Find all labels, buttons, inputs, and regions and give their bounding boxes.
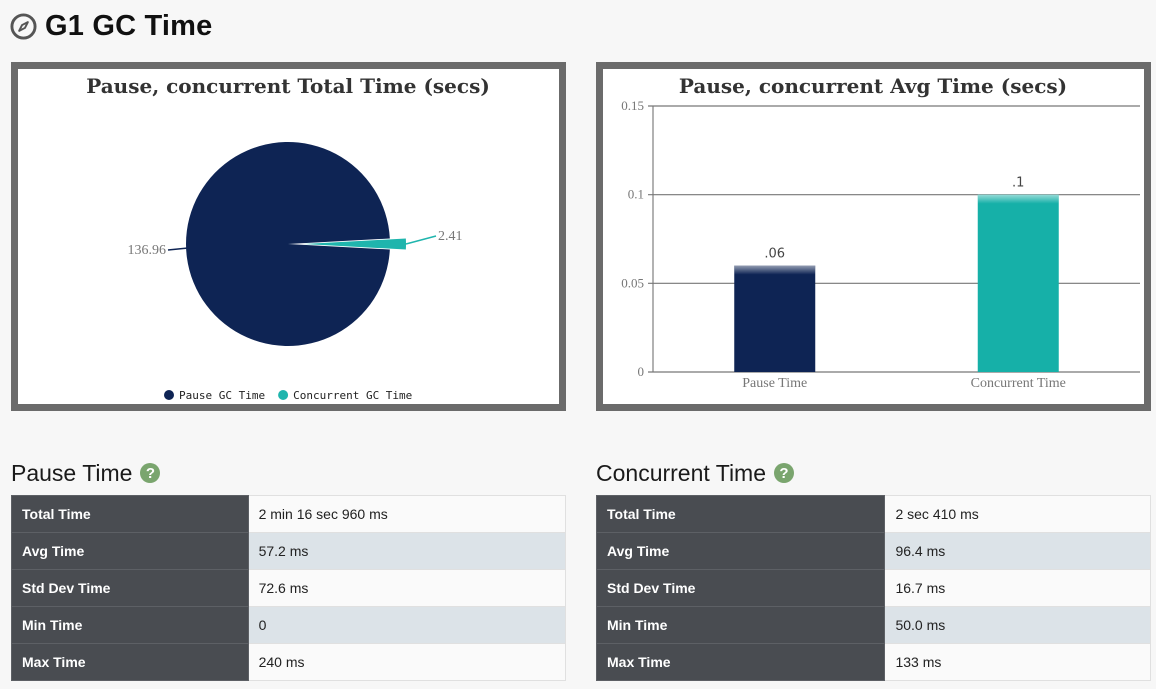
- bar[interactable]: [977, 194, 1059, 372]
- concurrent-time-row: Min Time 50.0 ms: [595, 606, 1151, 644]
- concurrent-time-row: Max Time 133 ms: [595, 643, 1151, 681]
- stat-value: 72.6 ms: [247, 569, 567, 607]
- bar-chart: Pause, concurrent Avg Time (secs) 0 0.05 0…: [621, 74, 1140, 391]
- pause-time-row: Min Time 0: [11, 606, 567, 644]
- pie-connector: [405, 235, 437, 245]
- stat-label: Avg Time: [11, 532, 249, 570]
- stat-label: Max Time: [595, 643, 886, 681]
- pie-data-label: 136.96: [128, 243, 167, 258]
- pause-time-row: Std Dev Time 72.6 ms: [11, 569, 567, 607]
- pie-connector: [167, 247, 189, 251]
- legend-marker: [164, 390, 174, 400]
- bar-highlight: [977, 194, 1059, 204]
- concurrent-time-row: Total Time 2 sec 410 ms: [595, 495, 1151, 533]
- stat-value: 2 min 16 sec 960 ms: [247, 495, 567, 533]
- concurrent-time-table: Total Time 2 sec 410 ms Avg Time 96.4 ms Std…: [595, 495, 1151, 681]
- pause-time-heading: Pause Time ?: [11, 458, 161, 488]
- stat-value: 2 sec 410 ms: [884, 495, 1151, 533]
- legend-marker: [278, 390, 289, 400]
- bar-chart-area: Pause, concurrent Avg Time (secs) 0 0.05 0…: [603, 69, 1144, 404]
- pie-chart-panel: Pause, concurrent Total Time (secs) 136.…: [11, 62, 566, 411]
- page-header: G1 GC Time: [10, 8, 212, 44]
- stat-value: 240 ms: [247, 643, 567, 681]
- legend-label[interactable]: Pause GC Time: [179, 389, 265, 402]
- stat-label: Total Time: [11, 495, 249, 533]
- stat-label: Max Time: [11, 643, 249, 681]
- stat-value: 133 ms: [884, 643, 1151, 681]
- concurrent-time-title: Concurrent Time: [596, 459, 767, 486]
- stat-value: 50.0 ms: [884, 606, 1151, 644]
- bar[interactable]: [734, 265, 816, 372]
- bar-chart-title: Pause, concurrent Avg Time (secs): [679, 74, 1067, 98]
- concurrent-time-row: Avg Time 96.4 ms: [595, 532, 1151, 570]
- pie-chart-title: Pause, concurrent Total Time (secs): [86, 74, 490, 98]
- bar-highlight: [734, 265, 816, 275]
- pause-time-row: Avg Time 57.2 ms: [11, 532, 567, 570]
- stat-label: Avg Time: [595, 532, 886, 570]
- y-tick-label: 0.15: [621, 98, 644, 113]
- pause-time-row: Max Time 240 ms: [11, 643, 567, 681]
- pie-data-label: 2.41: [438, 229, 463, 244]
- help-icon[interactable]: ?: [774, 463, 795, 483]
- pause-time-row: Total Time 2 min 16 sec 960 ms: [11, 495, 567, 533]
- stat-label: Std Dev Time: [595, 569, 886, 607]
- stat-label: Total Time: [595, 495, 886, 533]
- x-category-label: Pause Time: [742, 376, 807, 391]
- help-icon[interactable]: ?: [140, 463, 161, 483]
- stat-value: 16.7 ms: [884, 569, 1151, 607]
- page-title: G1 GC Time: [45, 9, 213, 42]
- bar-data-label: .1: [1012, 176, 1024, 191]
- pie-chart: Pause, concurrent Total Time (secs) 136.…: [86, 74, 490, 402]
- pause-time-table: Total Time 2 min 16 sec 960 ms Avg Time 57.…: [11, 495, 567, 681]
- legend-label[interactable]: Concurrent GC Time: [293, 389, 412, 402]
- y-tick-label: 0: [638, 364, 645, 379]
- pause-time-title: Pause Time: [11, 459, 133, 486]
- pie-chart-area: Pause, concurrent Total Time (secs) 136.…: [18, 69, 559, 404]
- bar-chart-panel: Pause, concurrent Avg Time (secs) 0 0.05 0…: [596, 62, 1151, 411]
- stat-value: 0: [247, 606, 567, 644]
- stat-label: Min Time: [595, 606, 886, 644]
- concurrent-time-heading: Concurrent Time ?: [596, 458, 795, 488]
- bar-data-label: .06: [764, 247, 785, 262]
- stat-label: Min Time: [11, 606, 249, 644]
- stat-label: Std Dev Time: [11, 569, 249, 607]
- x-category-label: Concurrent Time: [971, 376, 1066, 391]
- stat-value: 96.4 ms: [884, 532, 1151, 570]
- concurrent-time-row: Std Dev Time 16.7 ms: [595, 569, 1151, 607]
- y-tick-label: 0.05: [621, 275, 644, 290]
- y-tick-label: 0.1: [628, 187, 644, 202]
- compass-icon: [10, 12, 37, 40]
- stat-value: 57.2 ms: [247, 532, 567, 570]
